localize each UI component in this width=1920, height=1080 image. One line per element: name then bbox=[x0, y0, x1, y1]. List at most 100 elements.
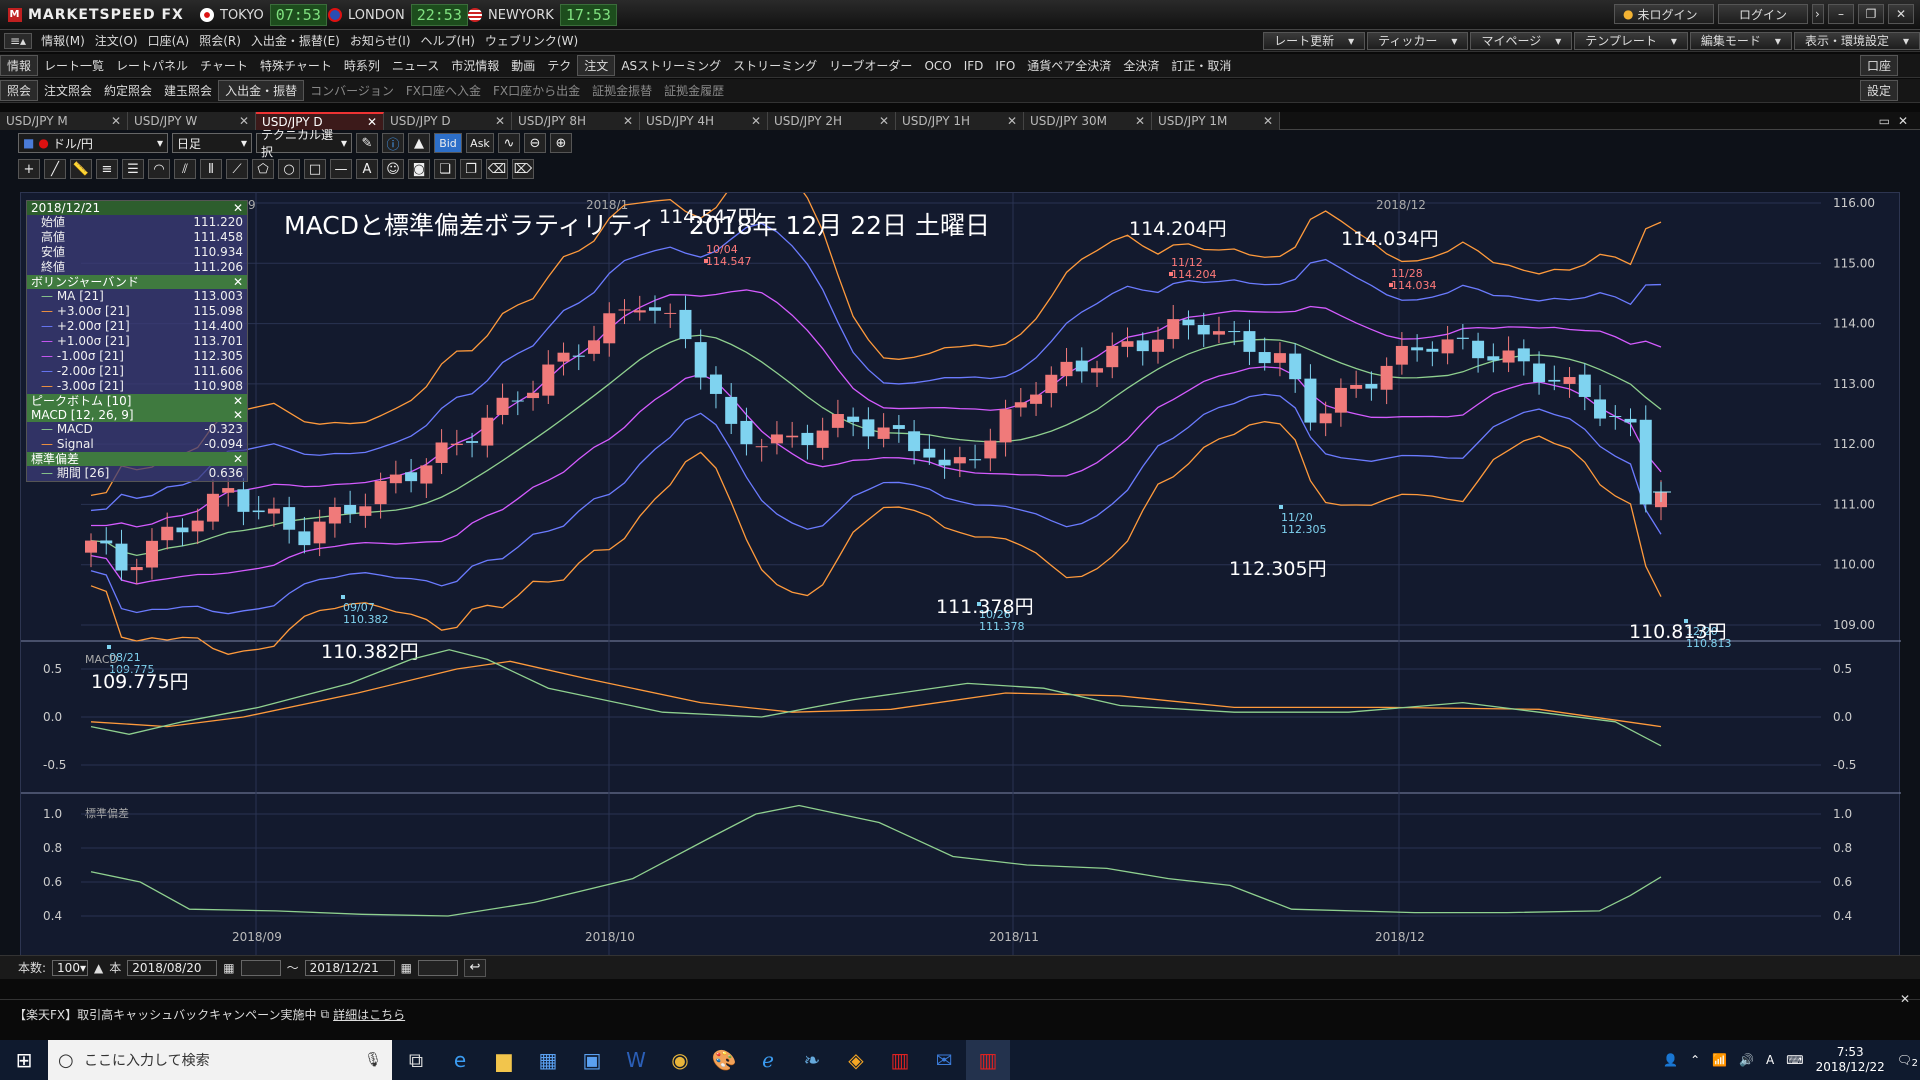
marketspeed-icon[interactable]: ▥ bbox=[878, 1040, 922, 1080]
close-tab-icon[interactable]: ✕ bbox=[495, 114, 505, 128]
chart-tab[interactable]: USD/JPY 1M ✕ bbox=[1152, 111, 1280, 130]
technical-select[interactable]: テクニカル選択 ▾ bbox=[256, 128, 352, 159]
edge-icon[interactable]: ℯ bbox=[746, 1040, 790, 1080]
menu-item[interactable]: 口座(A) bbox=[143, 32, 195, 49]
fan-icon[interactable]: ⟋ bbox=[226, 159, 248, 179]
toolbar-item[interactable]: OCO bbox=[918, 59, 957, 73]
close-icon[interactable]: ✕ bbox=[233, 275, 243, 289]
toolbar-item[interactable]: レートパネル bbox=[110, 57, 194, 74]
menu-right-item[interactable]: テンプレート ▾ bbox=[1574, 31, 1688, 50]
chart-tab[interactable]: USD/JPY W ✕ bbox=[128, 111, 256, 130]
crosshair-icon[interactable]: + bbox=[18, 159, 40, 179]
menu-item[interactable]: 入出金・振替(E) bbox=[246, 32, 345, 49]
channel-icon[interactable]: ⫽ bbox=[174, 159, 196, 179]
hamburger-icon[interactable]: ≡▴ bbox=[4, 32, 33, 49]
stamp-icon[interactable]: ◙ bbox=[408, 159, 430, 179]
count-select[interactable]: 100 ▾ bbox=[52, 959, 89, 976]
period-select[interactable]: 日足 ▾ bbox=[172, 133, 252, 153]
toolbar-item[interactable]: ASストリーミング bbox=[615, 57, 727, 74]
word-icon[interactable]: W bbox=[614, 1040, 658, 1080]
zoom-in-icon[interactable]: ⊕ bbox=[550, 133, 572, 153]
menu-item[interactable]: ヘルプ(H) bbox=[416, 32, 480, 49]
menu-item[interactable]: 注文(O) bbox=[90, 32, 143, 49]
app-orange-icon[interactable]: ◈ bbox=[834, 1040, 878, 1080]
close-tab-icon[interactable]: ✕ bbox=[1135, 114, 1145, 128]
trend-line-icon[interactable]: ╱ bbox=[44, 159, 66, 179]
calendar-app-icon[interactable]: ▦ bbox=[526, 1040, 570, 1080]
ruler-icon[interactable]: 📏 bbox=[70, 159, 92, 179]
chart-tab[interactable]: USD/JPY D ✕ bbox=[384, 111, 512, 130]
copy-icon[interactable]: ❏ bbox=[434, 159, 456, 179]
zoom-out-icon[interactable]: ⊖ bbox=[524, 133, 546, 153]
bid-button[interactable]: Bid bbox=[434, 133, 462, 153]
toolbar-item[interactable]: 注文 bbox=[577, 55, 616, 76]
menu-right-item[interactable]: ティッカー ▾ bbox=[1367, 31, 1469, 50]
toolbar-item[interactable]: リーブオーダー bbox=[823, 57, 918, 74]
text-icon[interactable]: A bbox=[356, 159, 378, 179]
menu-item[interactable]: お知らせ(I) bbox=[345, 32, 416, 49]
pair-select[interactable]: ■ ● ドル/円 ▾ bbox=[18, 133, 168, 153]
restore-icon[interactable]: ❐ bbox=[1858, 4, 1884, 24]
login-status[interactable]: ● 未ログイン bbox=[1614, 4, 1714, 24]
vertical-lines-icon[interactable]: ⦀ bbox=[200, 159, 222, 179]
toolbar-item[interactable]: 特殊チャート bbox=[254, 57, 338, 74]
chart-tab[interactable]: USD/JPY 30M ✕ bbox=[1024, 111, 1152, 130]
toolbar-item[interactable]: 市況情報 bbox=[445, 57, 505, 74]
close-tab-icon[interactable]: ✕ bbox=[623, 114, 633, 128]
close-tab-icon[interactable]: ✕ bbox=[367, 115, 377, 129]
menu-right-item[interactable]: 編集モード ▾ bbox=[1689, 31, 1792, 50]
chart-tab[interactable]: USD/JPY 4H ✕ bbox=[640, 111, 768, 130]
paint-icon[interactable]: 🎨 bbox=[702, 1040, 746, 1080]
toolbar-item[interactable]: チャート bbox=[194, 57, 254, 74]
close-tab-icon[interactable]: ✕ bbox=[1263, 114, 1273, 128]
toolbar-item[interactable]: IFO bbox=[989, 59, 1021, 73]
icon-tool-icon[interactable]: ☺ bbox=[382, 159, 404, 179]
marketspeed-fx-active-icon[interactable]: ▥ bbox=[966, 1040, 1010, 1080]
calendar-icon[interactable]: ▦ bbox=[401, 961, 412, 975]
toolbar-item[interactable]: 訂正・取消 bbox=[1165, 57, 1237, 74]
outlook-icon[interactable]: ✉ bbox=[922, 1040, 966, 1080]
menu-item[interactable]: 照会(R) bbox=[194, 32, 246, 49]
toolbar-item[interactable]: 約定照会 bbox=[98, 82, 158, 99]
menu-right-item[interactable]: レート更新 ▾ bbox=[1263, 31, 1366, 50]
close-tab-icon[interactable]: ✕ bbox=[111, 114, 121, 128]
toolbar-item[interactable]: 全決済 bbox=[1117, 57, 1165, 74]
close-tab-icon[interactable]: ✕ bbox=[751, 114, 761, 128]
toolbar-item[interactable]: 通貨ペア全決済 bbox=[1021, 57, 1117, 74]
to-time-input[interactable] bbox=[418, 959, 458, 976]
refresh-icon[interactable]: ↩ bbox=[464, 958, 486, 977]
candlestick-chart[interactable]: 116.00 115.00 114.00 113.00 112.00 111.00 110.… bbox=[21, 153, 1901, 958]
minimize-icon[interactable]: – bbox=[1828, 4, 1854, 24]
pentagon-icon[interactable]: ⬠ bbox=[252, 159, 274, 179]
windows-start-icon[interactable]: ⊞ bbox=[0, 1040, 48, 1080]
maximize-icon[interactable]: ▭ bbox=[1879, 114, 1890, 128]
hline-icon[interactable]: — bbox=[330, 159, 352, 179]
feather-app-icon[interactable]: ❧ bbox=[790, 1040, 834, 1080]
ime-indicator[interactable]: A bbox=[1766, 1053, 1774, 1067]
toolbar-item[interactable]: ストリーミング bbox=[727, 57, 823, 74]
close-tab-icon[interactable]: ✕ bbox=[239, 114, 249, 128]
login-button[interactable]: ログイン bbox=[1718, 4, 1808, 24]
chrome-icon[interactable]: ◉ bbox=[658, 1040, 702, 1080]
toolbar-item[interactable]: 建玉照会 bbox=[158, 82, 218, 99]
horizontal-lines-icon[interactable]: ≡ bbox=[96, 159, 118, 179]
toolbar-item[interactable]: FX口座から出金 bbox=[487, 82, 586, 99]
close-icon[interactable]: ✕ bbox=[233, 408, 243, 422]
toolbar-item[interactable]: ニュース bbox=[386, 57, 445, 74]
close-chart-icon[interactable]: ✕ bbox=[1898, 114, 1908, 128]
account-button[interactable]: 口座 bbox=[1859, 55, 1898, 76]
ask-button[interactable]: Ask bbox=[466, 133, 494, 153]
toolbar-item[interactable]: 情報 bbox=[0, 55, 39, 76]
circle-icon[interactable]: ○ bbox=[278, 159, 300, 179]
close-tab-icon[interactable]: ✕ bbox=[879, 114, 889, 128]
internet-explorer-icon[interactable]: e bbox=[438, 1040, 482, 1080]
chart-tab[interactable]: USD/JPY 2H ✕ bbox=[768, 111, 896, 130]
microphone-icon[interactable]: 🎙 bbox=[364, 1052, 382, 1068]
task-view-icon[interactable]: ⧉ bbox=[394, 1040, 438, 1080]
system-clock[interactable]: 7:53 2018/12/22 bbox=[1816, 1045, 1885, 1075]
close-icon[interactable]: ✕ bbox=[1888, 4, 1914, 24]
menu-item[interactable]: ウェブリンク(W) bbox=[480, 32, 583, 49]
close-tab-icon[interactable]: ✕ bbox=[1007, 114, 1017, 128]
toolbar-item[interactable]: 時系列 bbox=[338, 57, 386, 74]
plot-area[interactable]: 116.00 115.00 114.00 113.00 112.00 111.00 110.… bbox=[20, 153, 1901, 958]
